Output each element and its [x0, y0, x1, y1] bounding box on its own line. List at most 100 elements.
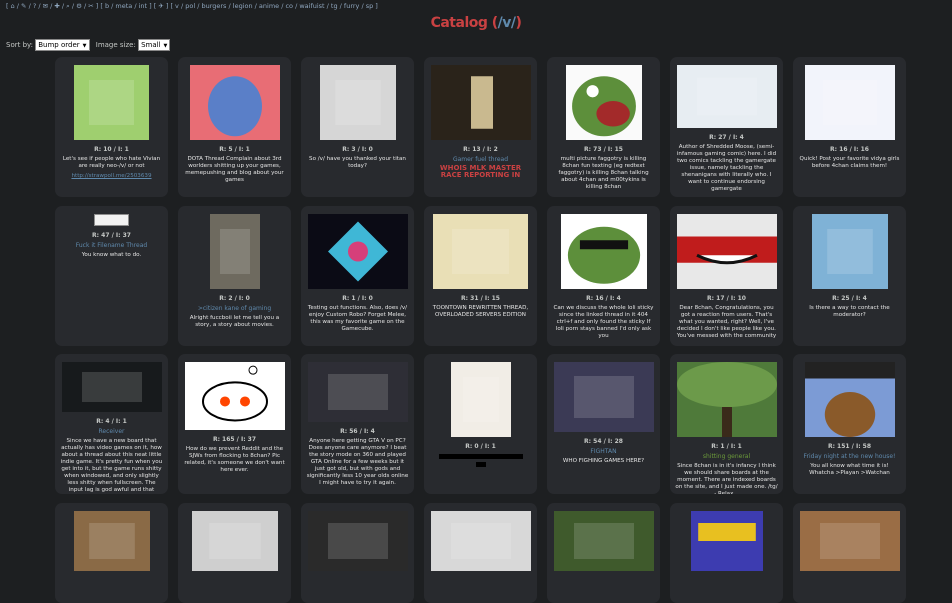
- thread-thumbnail[interactable]: [676, 362, 777, 437]
- thread-card[interactable]: [178, 503, 291, 603]
- thread-card[interactable]: R: 47 / I: 37 Fuck it Filename Thread You …: [55, 206, 168, 346]
- reply-stats: R: 47 / I: 37: [92, 232, 131, 239]
- thread-card[interactable]: R: 3 / I: 0 So /v/ have you thanked your …: [301, 57, 414, 197]
- reply-stats: R: 31 / I: 15: [461, 295, 500, 302]
- thread-teaser: Author of Shredded Moose, (semi-infamous…: [676, 144, 777, 192]
- thread-thumbnail[interactable]: [319, 65, 396, 140]
- thread-thumbnail[interactable]: [811, 214, 888, 289]
- thread-card[interactable]: [301, 503, 414, 603]
- board-navigation[interactable]: [ ⌂ / ✎ / ? / ✉ / ✚ / ⌕ / ⚙ / ✂ ] [ b / …: [6, 2, 378, 11]
- reply-stats: R: 4 / I: 1: [96, 418, 127, 425]
- thread-thumbnail[interactable]: [553, 362, 654, 432]
- thread-teaser: Is there a way to contact the moderator?: [809, 305, 890, 318]
- thread-card[interactable]: R: 5 / I: 1 DOTA Thread Complain about 3r…: [178, 57, 291, 197]
- thread-card[interactable]: R: 27 / I: 4 Author of Shredded Moose, (s…: [670, 57, 783, 197]
- thread-teaser: You all know what time it is! Whatcha >P…: [809, 463, 890, 476]
- thread-thumbnail[interactable]: [191, 511, 278, 571]
- thread-thumbnail[interactable]: [799, 511, 900, 571]
- thread-card[interactable]: [424, 503, 537, 603]
- thread-card[interactable]: R: 151 / I: 58 Friday night at the new ho…: [793, 354, 906, 494]
- thread-card[interactable]: R: 31 / I: 15 TOONTOWN REWRITTEN THREAD, …: [424, 206, 537, 346]
- thread-thumbnail[interactable]: [73, 511, 150, 571]
- thread-redtext: WHOIS MLK MASTER RACE REPORTING IN: [439, 164, 522, 179]
- page-title: Catalog (/v/): [430, 15, 522, 31]
- thread-card[interactable]: R: 165 / I: 37 How do we prevent Reddit a…: [178, 354, 291, 494]
- thread-teaser: Testing out functions. Also, does /v/ en…: [307, 305, 408, 332]
- thread-card[interactable]: R: 1 / I: 0 Testing out functions. Also, …: [301, 206, 414, 346]
- thread-link[interactable]: http://strawpoll.me/2503639: [60, 173, 163, 180]
- thread-subject: >citizen kane of gaming: [197, 305, 272, 312]
- thread-teaser: DOTA Thread Complain about 3rd worlders …: [185, 156, 284, 183]
- thread-card[interactable]: R: 17 / I: 10 Dear 8chan, Congratulations…: [670, 206, 783, 346]
- reply-stats: R: 25 / I: 4: [832, 295, 867, 302]
- thread-thumbnail[interactable]: [189, 65, 280, 140]
- thread-thumbnail[interactable]: [307, 362, 408, 422]
- thread-card[interactable]: R: 1 / I: 1 shitting general Since 8chan i…: [670, 354, 783, 494]
- thread-thumbnail[interactable]: [450, 362, 511, 437]
- thread-card[interactable]: R: 56 / I: 4 Anyone here getting GTA V on…: [301, 354, 414, 494]
- thread-card[interactable]: R: 16 / I: 4 Can we discuss the whole lol…: [547, 206, 660, 346]
- thread-card[interactable]: R: 13 / I: 2 Gamer fuel thread WHOIS MLK M…: [424, 57, 537, 197]
- thread-teaser: Dear 8chan, Congratulations, you got a r…: [676, 305, 777, 339]
- thread-thumbnail[interactable]: [209, 214, 260, 289]
- reply-stats: R: 0 / I: 1: [465, 443, 496, 450]
- image-size-select[interactable]: Small ▼: [138, 39, 171, 51]
- thread-thumbnail[interactable]: [433, 214, 528, 289]
- thread-card[interactable]: [55, 503, 168, 603]
- reply-stats: R: 5 / I: 1: [219, 146, 250, 153]
- thread-card[interactable]: R: 54 / I: 28 FIGHTAN WHO FIGHING GAMES HE…: [547, 354, 660, 494]
- reply-stats: R: 16 / I: 16: [830, 146, 869, 153]
- reply-stats: R: 13 / I: 2: [463, 146, 498, 153]
- sort-label: Sort by:: [6, 41, 34, 49]
- reply-stats: R: 73 / I: 15: [584, 146, 623, 153]
- thread-thumbnail[interactable]: [74, 65, 149, 140]
- thread-subject: FIGHTAN: [590, 448, 617, 455]
- thread-thumbnail[interactable]: [804, 362, 895, 437]
- reply-stats: R: 151 / I: 58: [827, 443, 872, 450]
- thread-card[interactable]: [793, 503, 906, 603]
- chevron-down-icon: ▼: [163, 43, 168, 49]
- thread-card[interactable]: R: 4 / I: 1 Receiver Since we have a new b…: [55, 354, 168, 494]
- thread-thumbnail[interactable]: [430, 511, 531, 571]
- thread-teaser: WHO FIGHING GAMES HERE?: [562, 458, 645, 464]
- thread-subject: Fuck it Filename Thread: [75, 242, 148, 249]
- reply-stats: R: 56 / I: 4: [340, 428, 375, 435]
- thread-thumbnail[interactable]: [804, 65, 895, 140]
- thread-teaser: TOONTOWN REWRITTEN THREAD, OVERLOADED SE…: [432, 305, 529, 318]
- thread-thumbnail[interactable]: [690, 511, 763, 571]
- broken-image-icon[interactable]: [94, 214, 129, 226]
- thread-teaser: Anyone here getting GTA V on PC? Does an…: [306, 438, 409, 486]
- thread-card[interactable]: R: 73 / I: 15 multi picture faggotry is k…: [547, 57, 660, 197]
- thread-card[interactable]: R: 10 / I: 1 Let's see if people who hate…: [55, 57, 168, 197]
- thread-subject: shitting general: [702, 453, 751, 460]
- image-size-label: Image size:: [95, 41, 136, 49]
- thread-card[interactable]: R: 25 / I: 4 Is there a way to contact th…: [793, 206, 906, 346]
- thread-card[interactable]: R: 2 / I: 0 >citizen kane of gaming Alrigh…: [178, 206, 291, 346]
- thread-teaser: Alright fuccboii let me tell you a story…: [189, 315, 280, 328]
- thread-teaser: Since 8chan is in it's infancy I think w…: [675, 463, 778, 494]
- reply-stats: R: 2 / I: 0: [219, 295, 250, 302]
- thread-thumbnail[interactable]: [307, 214, 408, 289]
- thread-thumbnail[interactable]: [565, 65, 642, 140]
- redacted-bar: [438, 454, 523, 459]
- thread-teaser: Let's see if people who hate Vivian are …: [62, 156, 161, 169]
- sort-select[interactable]: Bump order ▼: [35, 39, 90, 51]
- thread-card[interactable]: R: 0 / I: 1: [424, 354, 537, 494]
- reply-stats: R: 1 / I: 1: [711, 443, 742, 450]
- thread-teaser: You know what to do.: [81, 252, 142, 258]
- reply-stats: R: 165 / I: 37: [212, 436, 257, 443]
- thread-thumbnail[interactable]: [676, 214, 777, 289]
- thread-card[interactable]: [670, 503, 783, 603]
- thread-thumbnail[interactable]: [307, 511, 408, 571]
- thread-card[interactable]: R: 16 / I: 16 Quick! Post your favorite v…: [793, 57, 906, 197]
- thread-thumbnail[interactable]: [184, 362, 285, 430]
- thread-teaser: Since we have a new board that actually …: [60, 438, 163, 493]
- board-link[interactable]: /v/: [498, 15, 516, 31]
- thread-thumbnail[interactable]: [553, 511, 654, 571]
- thread-thumbnail[interactable]: [61, 362, 162, 412]
- thread-thumbnail[interactable]: [560, 214, 647, 289]
- thread-thumbnail[interactable]: [676, 65, 777, 128]
- thread-teaser: multi picture faggotry is killing 8chan …: [558, 156, 649, 190]
- thread-card[interactable]: [547, 503, 660, 603]
- thread-thumbnail[interactable]: [430, 65, 531, 140]
